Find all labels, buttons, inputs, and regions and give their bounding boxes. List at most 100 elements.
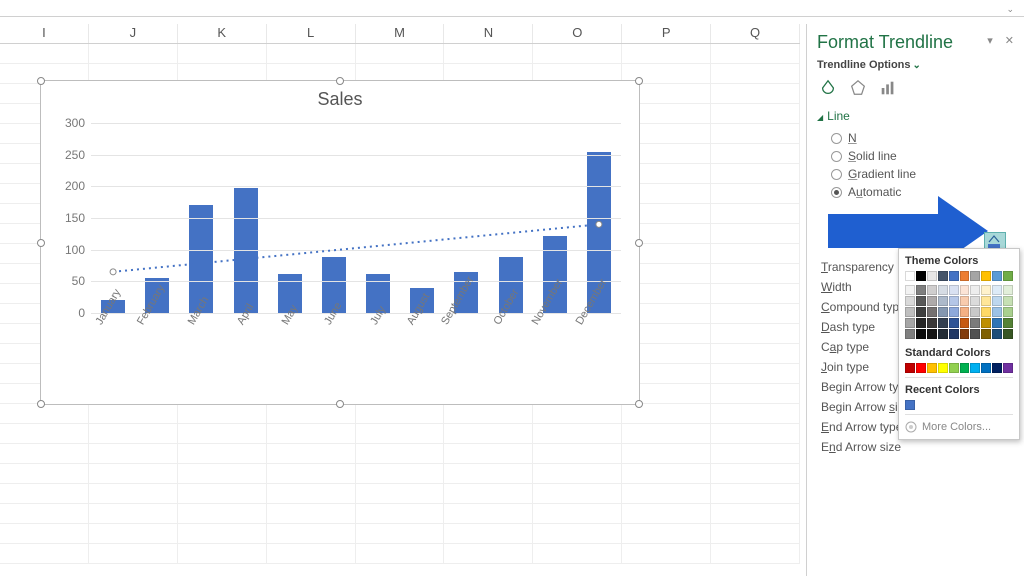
color-swatch[interactable] bbox=[949, 296, 959, 306]
column-header[interactable]: K bbox=[178, 24, 267, 43]
resize-handle-s[interactable] bbox=[336, 400, 344, 408]
color-swatch[interactable] bbox=[916, 329, 926, 339]
color-swatch[interactable] bbox=[992, 307, 1002, 317]
column-header[interactable]: Q bbox=[711, 24, 800, 43]
color-swatch[interactable] bbox=[1003, 363, 1013, 373]
color-swatch[interactable] bbox=[949, 285, 959, 295]
resize-handle-ne[interactable] bbox=[635, 77, 643, 85]
color-swatch[interactable] bbox=[1003, 296, 1013, 306]
fill-line-icon[interactable] bbox=[817, 77, 839, 99]
color-swatch[interactable] bbox=[927, 329, 937, 339]
color-swatch[interactable] bbox=[905, 285, 915, 295]
color-swatch[interactable] bbox=[927, 296, 937, 306]
plot-area[interactable]: 050100150200250300 bbox=[91, 123, 621, 313]
column-header[interactable]: O bbox=[533, 24, 622, 43]
column-header[interactable]: J bbox=[89, 24, 178, 43]
color-swatch[interactable] bbox=[1003, 318, 1013, 328]
color-swatch[interactable] bbox=[960, 329, 970, 339]
resize-handle-sw[interactable] bbox=[37, 400, 45, 408]
column-header[interactable]: L bbox=[267, 24, 356, 43]
color-swatch[interactable] bbox=[905, 329, 915, 339]
color-swatch[interactable] bbox=[1003, 285, 1013, 295]
color-swatch[interactable] bbox=[927, 318, 937, 328]
color-swatch[interactable] bbox=[927, 285, 937, 295]
column-header[interactable]: M bbox=[356, 24, 445, 43]
color-swatch[interactable] bbox=[938, 271, 948, 281]
color-swatch[interactable] bbox=[981, 296, 991, 306]
color-swatch[interactable] bbox=[992, 271, 1002, 281]
color-swatch[interactable] bbox=[905, 318, 915, 328]
color-swatch[interactable] bbox=[981, 307, 991, 317]
color-swatch[interactable] bbox=[916, 271, 926, 281]
line-property-row[interactable]: End Arrow size bbox=[817, 437, 1014, 457]
color-swatch[interactable] bbox=[905, 400, 915, 410]
color-swatch[interactable] bbox=[905, 271, 915, 281]
line-section-header[interactable]: Line bbox=[817, 109, 1014, 123]
color-swatch[interactable] bbox=[916, 296, 926, 306]
color-swatch[interactable] bbox=[970, 271, 980, 281]
resize-handle-n[interactable] bbox=[336, 77, 344, 85]
column-header[interactable]: I bbox=[0, 24, 89, 43]
color-swatch[interactable] bbox=[916, 363, 926, 373]
resize-handle-nw[interactable] bbox=[37, 77, 45, 85]
color-swatch[interactable] bbox=[960, 318, 970, 328]
color-swatch[interactable] bbox=[992, 318, 1002, 328]
radio-no-line[interactable]: N bbox=[817, 129, 1014, 147]
color-swatch[interactable] bbox=[992, 329, 1002, 339]
color-swatch[interactable] bbox=[927, 307, 937, 317]
more-colors-button[interactable]: More Colors... bbox=[905, 419, 1013, 433]
color-swatch[interactable] bbox=[949, 329, 959, 339]
color-swatch[interactable] bbox=[1003, 271, 1013, 281]
color-swatch[interactable] bbox=[970, 318, 980, 328]
color-swatch[interactable] bbox=[992, 296, 1002, 306]
ribbon-collapse-caret[interactable]: ⌄ bbox=[1006, 4, 1014, 15]
color-swatch[interactable] bbox=[938, 296, 948, 306]
color-swatch[interactable] bbox=[938, 307, 948, 317]
color-swatch[interactable] bbox=[960, 271, 970, 281]
color-swatch[interactable] bbox=[905, 307, 915, 317]
color-swatch[interactable] bbox=[981, 271, 991, 281]
color-swatch[interactable] bbox=[949, 307, 959, 317]
color-swatch[interactable] bbox=[905, 363, 915, 373]
color-swatch[interactable] bbox=[916, 285, 926, 295]
radio-solid-line[interactable]: Solid line bbox=[817, 147, 1014, 165]
color-swatch[interactable] bbox=[981, 285, 991, 295]
effects-icon[interactable] bbox=[847, 77, 869, 99]
color-swatch[interactable] bbox=[992, 285, 1002, 295]
chart-object[interactable]: Sales 050100150200250300 JanuaryFebruary… bbox=[40, 80, 640, 405]
color-swatch[interactable] bbox=[960, 296, 970, 306]
color-swatch[interactable] bbox=[960, 363, 970, 373]
resize-handle-e[interactable] bbox=[635, 239, 643, 247]
color-swatch[interactable] bbox=[938, 318, 948, 328]
pane-subtitle[interactable]: Trendline Options⌄ bbox=[817, 59, 1014, 71]
color-swatch[interactable] bbox=[938, 329, 948, 339]
color-swatch[interactable] bbox=[981, 363, 991, 373]
color-swatch[interactable] bbox=[981, 329, 991, 339]
color-swatch[interactable] bbox=[938, 285, 948, 295]
color-swatch[interactable] bbox=[970, 285, 980, 295]
color-swatch[interactable] bbox=[916, 318, 926, 328]
color-swatch[interactable] bbox=[927, 271, 937, 281]
color-swatch[interactable] bbox=[1003, 329, 1013, 339]
column-header[interactable]: P bbox=[622, 24, 711, 43]
color-swatch[interactable] bbox=[960, 285, 970, 295]
color-swatch[interactable] bbox=[949, 363, 959, 373]
resize-handle-se[interactable] bbox=[635, 400, 643, 408]
column-header[interactable]: N bbox=[444, 24, 533, 43]
color-swatch[interactable] bbox=[916, 307, 926, 317]
color-swatch[interactable] bbox=[970, 307, 980, 317]
color-swatch[interactable] bbox=[981, 318, 991, 328]
chart-title[interactable]: Sales bbox=[41, 81, 639, 114]
color-swatch[interactable] bbox=[938, 363, 948, 373]
color-swatch[interactable] bbox=[960, 307, 970, 317]
color-swatch[interactable] bbox=[949, 271, 959, 281]
color-swatch[interactable] bbox=[992, 363, 1002, 373]
trendline-options-icon[interactable] bbox=[877, 77, 899, 99]
color-swatch[interactable] bbox=[970, 363, 980, 373]
color-swatch[interactable] bbox=[949, 318, 959, 328]
close-icon[interactable]: ✕ bbox=[1005, 34, 1014, 47]
radio-gradient-line[interactable]: Gradient line bbox=[817, 165, 1014, 183]
color-swatch[interactable] bbox=[970, 296, 980, 306]
color-swatch[interactable] bbox=[1003, 307, 1013, 317]
task-pane-options-icon[interactable]: ▾ bbox=[987, 34, 993, 47]
